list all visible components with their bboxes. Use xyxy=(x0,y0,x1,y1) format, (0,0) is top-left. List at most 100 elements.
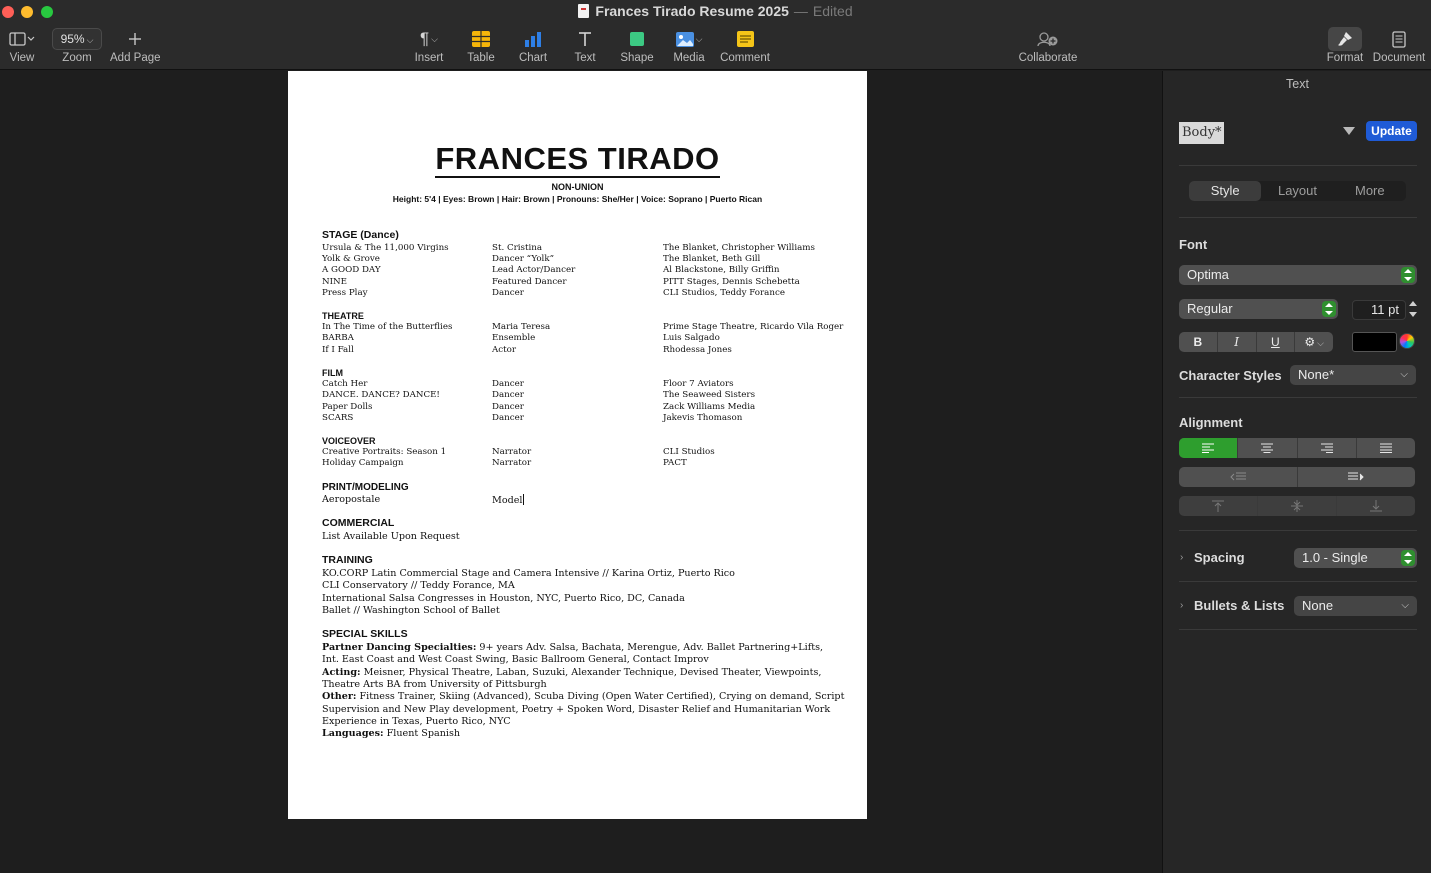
align-bottom-button[interactable] xyxy=(1337,496,1415,516)
skills-line[interactable]: Partner Dancing Specialties: 9+ years Ad… xyxy=(322,642,823,653)
tab-more[interactable]: More xyxy=(1334,181,1406,201)
spacing-disclosure-icon[interactable]: › xyxy=(1180,552,1183,563)
align-center-button[interactable] xyxy=(1238,438,1298,458)
bold-button[interactable]: B xyxy=(1179,332,1218,352)
increase-indent-button[interactable] xyxy=(1298,467,1416,487)
resume-page[interactable]: FRANCES TIRADO NON-UNION Height: 5'4 | E… xyxy=(288,71,867,819)
credit-company: Prime Stage Theatre, Ricardo Vila Roger xyxy=(663,322,844,332)
format-button[interactable]: Format xyxy=(1325,26,1365,64)
union-status[interactable]: NON-UNION xyxy=(288,182,867,192)
table-row[interactable]: SCARS Dancer Jakevis Thomason xyxy=(322,413,842,425)
table-row[interactable]: BARBA Ensemble Luis Salgado xyxy=(322,333,842,345)
special-skills-heading[interactable]: SPECIAL SKILLS xyxy=(322,628,408,640)
commercial-heading[interactable]: COMMERCIAL xyxy=(322,517,394,529)
table-row[interactable]: A GOOD DAY Lead Actor/Dancer Al Blackstone… xyxy=(322,265,842,277)
credit-role: Dancer xyxy=(492,413,524,423)
skills-line[interactable]: Theatre Arts BA from University of Pitts… xyxy=(322,679,547,690)
update-style-button[interactable]: Update xyxy=(1366,121,1417,141)
toolbar: Frances Tirado Resume 2025— Edited View 9… xyxy=(0,0,1431,70)
text-box-button[interactable]: Text xyxy=(568,26,602,64)
skills-line[interactable]: Acting: Meisner, Physical Theatre, Laban… xyxy=(322,667,821,678)
character-style-popup[interactable]: None* ⌵ xyxy=(1290,365,1416,385)
training-line[interactable]: CLI Conservatory // Teddy Forance, MA xyxy=(322,580,515,591)
italic-button[interactable]: I xyxy=(1218,332,1257,352)
align-left-button[interactable] xyxy=(1179,438,1239,458)
text-options-button[interactable]: ⚙ ⌵ xyxy=(1295,332,1333,352)
bullets-popup[interactable]: None ⌵ xyxy=(1294,596,1417,616)
print-modeling-heading[interactable]: PRINT/MODELING xyxy=(322,482,409,493)
window-title: Frances Tirado Resume 2025— Edited xyxy=(0,3,1431,19)
skills-label: Other: xyxy=(322,691,357,702)
credit-company: Floor 7 Aviators xyxy=(663,379,734,389)
training-line[interactable]: International Salsa Congresses in Housto… xyxy=(322,593,685,604)
credit-company: Luis Salgado xyxy=(663,333,720,343)
table-row[interactable]: If I Fall Actor Rhodessa Jones xyxy=(322,345,842,357)
align-top-button[interactable] xyxy=(1179,496,1258,516)
indent-buttons xyxy=(1179,467,1415,487)
tab-layout[interactable]: Layout xyxy=(1261,181,1333,201)
stage-heading[interactable]: STAGE (Dance) xyxy=(322,229,399,241)
voiceover-heading[interactable]: VOICEOVER xyxy=(322,436,376,446)
format-icon-bg xyxy=(1328,27,1362,51)
align-justify-button[interactable] xyxy=(1357,438,1415,458)
chart-icon xyxy=(525,32,541,47)
table-button[interactable]: Table xyxy=(464,26,498,64)
align-right-button[interactable] xyxy=(1298,438,1357,458)
training-line[interactable]: Ballet // Washington School of Ballet xyxy=(322,605,500,616)
zoom-control[interactable]: 95% ⌵ Zoom xyxy=(52,26,102,64)
font-size-field[interactable]: 11 pt xyxy=(1352,300,1406,320)
character-styles-label: Character Styles xyxy=(1179,368,1282,383)
skills-text: Fitness Trainer, Skiing (Advanced), Scub… xyxy=(356,691,845,702)
bullets-disclosure-icon[interactable]: › xyxy=(1180,600,1183,611)
credit-role: Dancer xyxy=(492,379,524,389)
indent-icon xyxy=(1348,472,1364,481)
collaborate-button[interactable]: Collaborate xyxy=(1016,26,1080,64)
font-style-value: Regular xyxy=(1187,301,1233,316)
skills-line[interactable]: Languages: Fluent Spanish xyxy=(322,728,460,739)
plus-icon xyxy=(129,33,141,45)
document-canvas[interactable]: FRANCES TIRADO NON-UNION Height: 5'4 | E… xyxy=(0,71,1162,873)
film-heading[interactable]: FILM xyxy=(322,368,343,378)
collaborate-icon xyxy=(1037,32,1058,47)
color-wheel-icon[interactable] xyxy=(1399,333,1415,349)
document-button[interactable]: Document xyxy=(1371,26,1427,64)
commercial-line[interactable]: List Available Upon Request xyxy=(322,531,460,542)
media-button[interactable]: ⌵ Media xyxy=(670,26,708,64)
paragraph-style-name[interactable]: Body* xyxy=(1179,122,1224,144)
table-row[interactable]: Holiday Campaign Narrator PACT xyxy=(322,458,842,470)
media-icon xyxy=(675,31,694,47)
zoom-popup[interactable]: 95% ⌵ xyxy=(52,28,102,50)
font-style-popup[interactable]: Regular xyxy=(1179,299,1338,319)
tab-style[interactable]: Style xyxy=(1189,181,1262,201)
training-line[interactable]: KO.CORP Latin Commercial Stage and Camer… xyxy=(322,568,735,579)
underline-button[interactable]: U xyxy=(1257,332,1296,352)
view-button[interactable]: View xyxy=(6,26,38,64)
theatre-heading[interactable]: THEATRE xyxy=(322,311,364,321)
training-heading[interactable]: TRAINING xyxy=(322,554,373,566)
spacing-label[interactable]: Spacing xyxy=(1194,550,1245,565)
spacing-popup[interactable]: 1.0 - Single xyxy=(1294,548,1417,568)
shape-button[interactable]: Shape xyxy=(620,26,654,64)
font-family-popup[interactable]: Optima xyxy=(1179,265,1417,285)
pages-window: Frances Tirado Resume 2025— Edited View 9… xyxy=(0,0,1431,873)
skills-line[interactable]: Supervision and New Play development, Po… xyxy=(322,704,830,715)
resume-name[interactable]: FRANCES TIRADO xyxy=(288,141,867,178)
text-color-well[interactable] xyxy=(1352,332,1397,352)
add-page-button[interactable]: Add Page xyxy=(110,26,161,64)
table-row[interactable]: Press Play Dancer CLI Studios, Teddy Foran… xyxy=(322,288,842,300)
credit-company: The Blanket, Christopher Williams xyxy=(663,243,815,253)
stats-line[interactable]: Height: 5'4 | Eyes: Brown | Hair: Brown … xyxy=(288,194,867,204)
skills-line[interactable]: Experience in Texas, Puerto Rico, NYC xyxy=(322,716,511,727)
align-middle-button[interactable] xyxy=(1258,496,1337,516)
paragraph-style-disclosure-icon[interactable] xyxy=(1343,127,1355,135)
bullets-lists-label[interactable]: Bullets & Lists xyxy=(1194,598,1284,613)
table-row[interactable]: DANCE. DANCE? DANCE! Dancer The Seaweed Si… xyxy=(322,390,842,402)
table-row[interactable]: Aeropostale Model xyxy=(322,494,842,506)
decrease-indent-button[interactable] xyxy=(1179,467,1298,487)
comment-button[interactable]: Comment xyxy=(718,26,772,64)
skills-line[interactable]: Other: Fitness Trainer, Skiing (Advanced… xyxy=(322,691,844,702)
skills-line[interactable]: Int. East Coast and West Coast Swing, Ba… xyxy=(322,654,709,665)
chart-button[interactable]: Chart xyxy=(516,26,550,64)
font-size-stepper[interactable] xyxy=(1408,298,1419,320)
insert-button[interactable]: ¶ ⌵ Insert xyxy=(412,26,446,64)
